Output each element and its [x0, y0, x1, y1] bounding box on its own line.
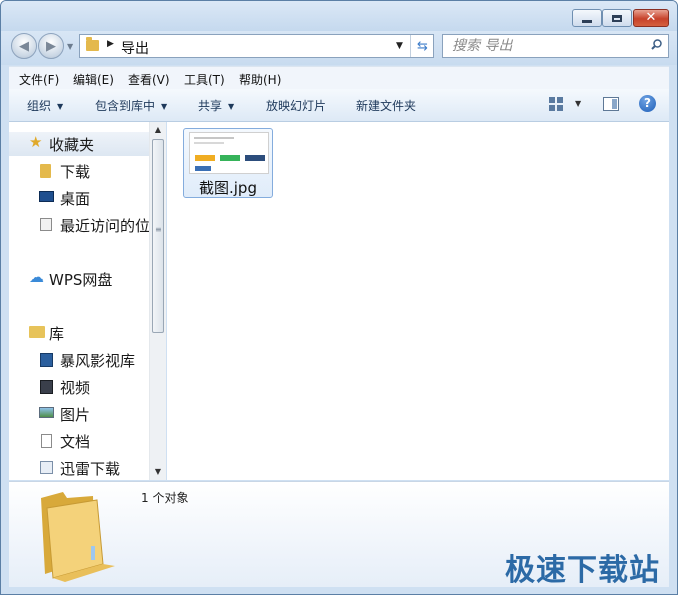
- download-folder-icon: [40, 164, 51, 178]
- download-library-icon: [40, 461, 53, 474]
- image-thumbnail: [189, 132, 269, 174]
- share-button[interactable]: 共享 ▼: [198, 97, 234, 114]
- sidebar-item-label: 库: [49, 325, 65, 343]
- file-item[interactable]: 截图.jpg: [183, 128, 273, 198]
- sidebar-item-recent-places[interactable]: 最近访问的位置: [9, 213, 154, 237]
- sidebar-item-documents[interactable]: 文档: [9, 429, 154, 453]
- menu-bar: 文件(F) 编辑(E) 查看(V) 工具(T) 帮助(H): [9, 66, 669, 89]
- include-in-library-label: 包含到库中: [95, 99, 156, 113]
- address-bar[interactable]: ▶ 导出 ▼ ⇆: [79, 34, 434, 58]
- menu-file[interactable]: 文件(F): [19, 71, 59, 88]
- organize-label: 组织: [27, 99, 52, 113]
- search-icon[interactable]: [651, 39, 662, 50]
- menu-help[interactable]: 帮助(H): [239, 71, 281, 88]
- back-button[interactable]: ◀: [11, 33, 37, 59]
- folder-icon: [86, 37, 99, 51]
- sidebar-item-baofeng-library[interactable]: 暴风影视库: [9, 348, 154, 372]
- maximize-button[interactable]: [602, 9, 632, 27]
- sidebar-item-label: 收藏夹: [49, 136, 95, 154]
- sidebar-item-desktop[interactable]: 桌面: [9, 186, 154, 210]
- navigation-row: ◀ ▶ ▼ ▶ 导出 ▼ ⇆: [1, 31, 677, 65]
- close-icon: ✕: [645, 10, 657, 25]
- minimize-icon: [582, 19, 592, 23]
- arrow-left-icon: ◀: [19, 38, 29, 54]
- item-count: 1 个对象: [141, 491, 189, 505]
- explorer-window: ✕ ◀ ▶ ▼ ▶ 导出 ▼ ⇆ 文件(F) 编辑(E) 查看(V) 工具: [0, 0, 678, 595]
- cloud-icon: ☁: [29, 268, 44, 286]
- recent-pages-dropdown[interactable]: ▼: [67, 42, 73, 51]
- arrow-right-icon: ▶: [46, 38, 56, 54]
- picture-icon: [39, 407, 54, 418]
- organize-button[interactable]: 组织 ▼: [27, 97, 63, 114]
- chevron-down-icon: ▼: [161, 102, 168, 111]
- sidebar-item-thunder-downloads[interactable]: 迅雷下载: [9, 456, 154, 480]
- sidebar-item-libraries[interactable]: 库: [9, 321, 154, 345]
- document-icon: [41, 434, 52, 448]
- chevron-down-icon: ▼: [57, 102, 64, 111]
- sidebar-item-label: 迅雷下载: [60, 460, 121, 478]
- preview-pane-icon[interactable]: [603, 97, 619, 111]
- title-bar: ✕: [1, 1, 677, 31]
- minimize-button[interactable]: [572, 9, 602, 27]
- refresh-button[interactable]: ⇆: [410, 35, 434, 57]
- nav-pane-scrollbar[interactable]: ▲ ≡ ▼: [149, 122, 166, 480]
- forward-button[interactable]: ▶: [38, 33, 64, 59]
- sidebar-item-label: 图片: [60, 406, 91, 424]
- details-pane: 1 个对象 极速下载站: [9, 481, 669, 588]
- film-icon: [40, 380, 53, 394]
- scroll-up-icon[interactable]: ▲: [150, 122, 166, 138]
- grip-icon: ≡: [155, 225, 162, 234]
- sidebar-item-wps-cloud[interactable]: ☁ WPS网盘: [9, 267, 154, 291]
- search-input[interactable]: [443, 35, 652, 57]
- sidebar-item-label: 暴风影视库: [60, 352, 136, 370]
- sidebar-item-downloads[interactable]: 下载: [9, 159, 154, 183]
- help-icon[interactable]: ?: [639, 95, 656, 112]
- search-box: [442, 34, 669, 58]
- command-bar: 组织 ▼ 包含到库中 ▼ 共享 ▼ 放映幻灯片 新建文件夹 ▼ ?: [9, 89, 669, 122]
- breadcrumb-separator-icon[interactable]: ▶: [107, 39, 114, 49]
- library-icon: [29, 326, 45, 338]
- sidebar-item-label: 桌面: [60, 190, 91, 208]
- address-history-dropdown[interactable]: ▼: [396, 41, 403, 51]
- menu-tools[interactable]: 工具(T): [184, 71, 225, 88]
- sidebar-item-label: WPS网盘: [49, 271, 113, 289]
- navigation-pane: ★ 收藏夹 下载 桌面 最近访问的位置 ☁ WPS网盘 库 暴风影视库: [9, 122, 154, 480]
- star-icon: ★: [29, 133, 43, 151]
- desktop-icon: [39, 191, 54, 202]
- file-list[interactable]: 截图.jpg: [167, 122, 669, 480]
- close-button[interactable]: ✕: [633, 9, 669, 27]
- file-name: 截图.jpg: [199, 179, 257, 197]
- sidebar-item-label: 最近访问的位置: [60, 217, 154, 235]
- video-library-icon: [40, 353, 53, 367]
- sidebar-item-label: 文档: [60, 433, 91, 451]
- large-folder-icon: [41, 492, 115, 582]
- include-in-library-button[interactable]: 包含到库中 ▼: [95, 97, 167, 114]
- new-folder-button[interactable]: 新建文件夹: [356, 97, 416, 114]
- view-options-dropdown[interactable]: ▼: [575, 99, 581, 108]
- sidebar-item-videos[interactable]: 视频: [9, 375, 154, 399]
- recent-places-icon: [40, 218, 52, 231]
- refresh-icon: ⇆: [417, 38, 428, 54]
- scroll-down-icon[interactable]: ▼: [150, 464, 166, 480]
- maximize-icon: [612, 14, 622, 22]
- new-folder-label: 新建文件夹: [356, 99, 417, 113]
- sidebar-item-label: 视频: [60, 379, 91, 397]
- sidebar-item-favorites[interactable]: ★ 收藏夹: [9, 132, 154, 156]
- chevron-down-icon: ▼: [228, 102, 235, 111]
- menu-edit[interactable]: 编辑(E): [73, 71, 114, 88]
- menu-view[interactable]: 查看(V): [128, 71, 170, 88]
- sidebar-item-pictures[interactable]: 图片: [9, 402, 154, 426]
- share-label: 共享: [198, 99, 223, 113]
- slideshow-button[interactable]: 放映幻灯片: [266, 97, 326, 114]
- sidebar-item-label: 下载: [60, 163, 91, 181]
- scrollbar-thumb[interactable]: ≡: [152, 139, 164, 333]
- breadcrumb-current[interactable]: 导出: [121, 38, 149, 58]
- view-options-icon[interactable]: [549, 97, 563, 111]
- watermark-logo: 极速下载站: [505, 553, 660, 588]
- slideshow-label: 放映幻灯片: [266, 99, 327, 113]
